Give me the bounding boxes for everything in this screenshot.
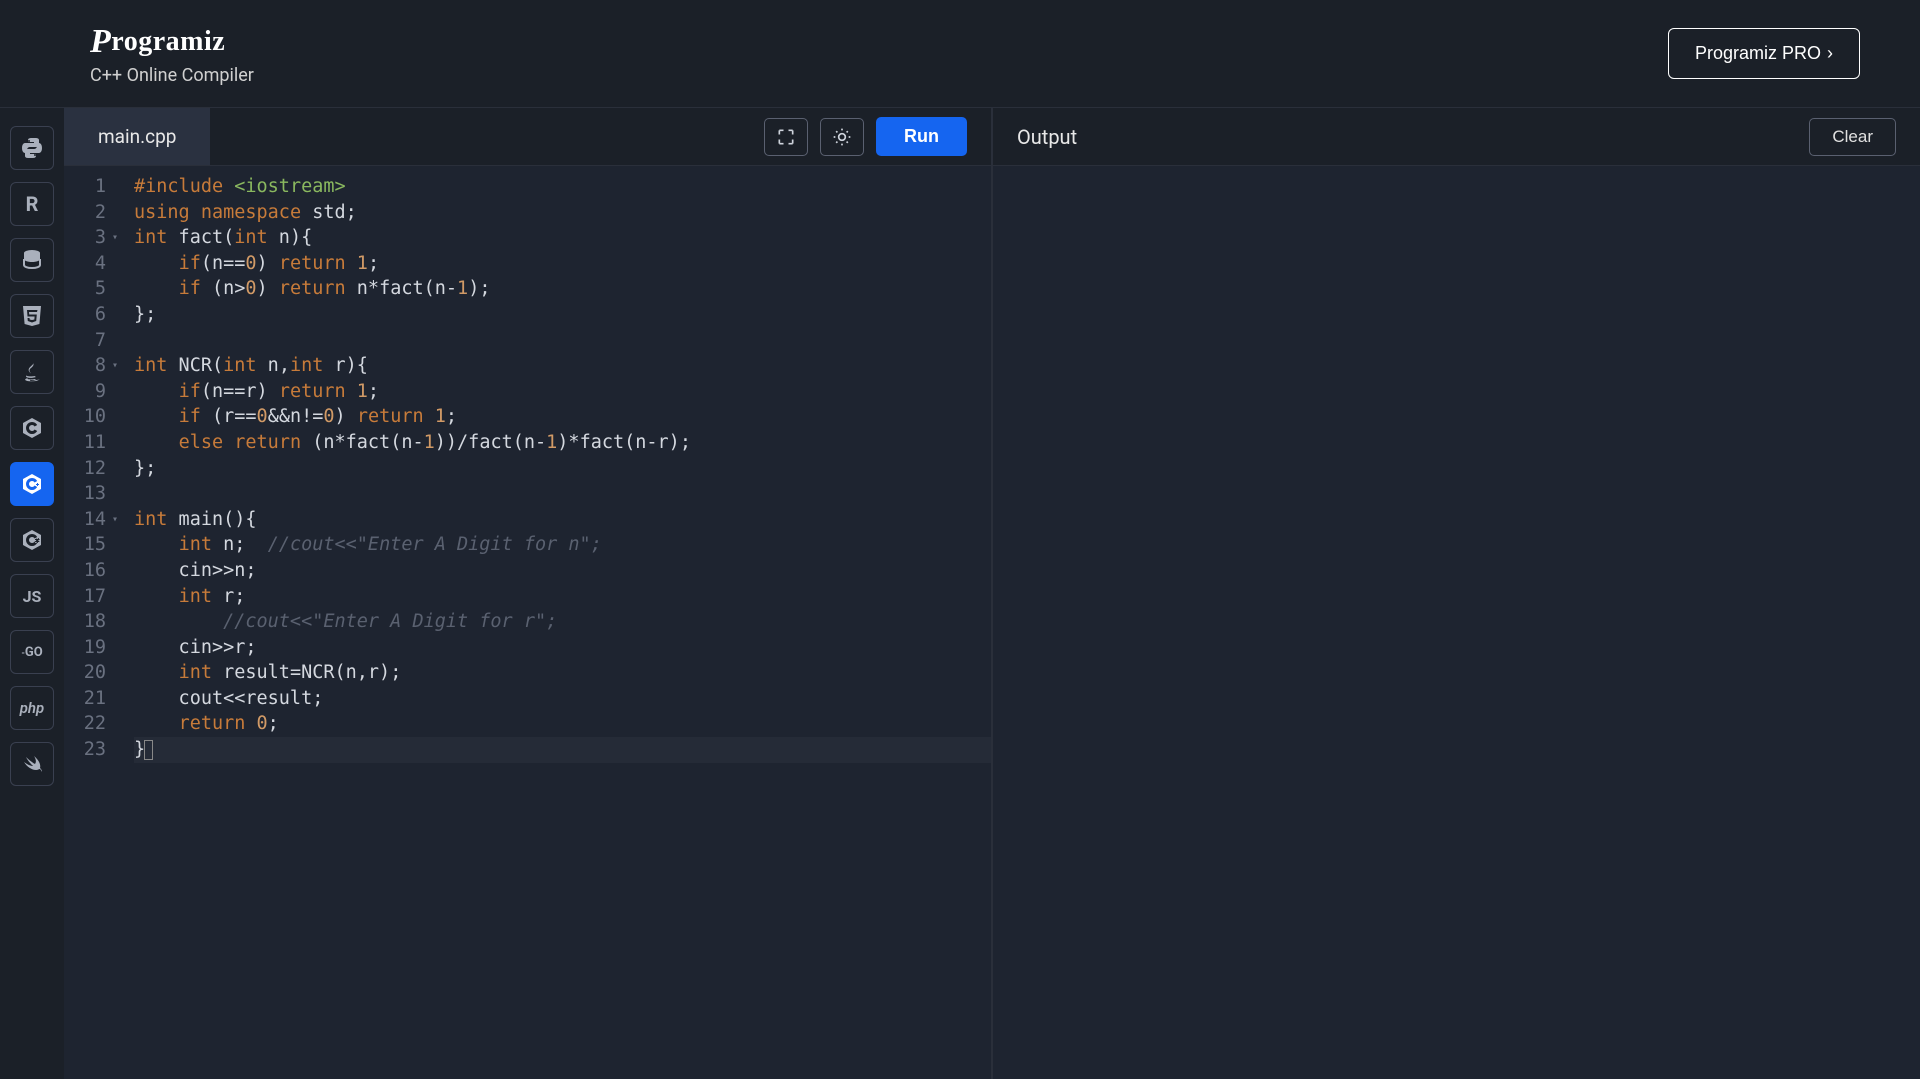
lang-r-button[interactable]: R bbox=[10, 182, 54, 226]
line-number: 11 bbox=[64, 430, 106, 456]
logo[interactable]: Programiz bbox=[90, 21, 254, 59]
line-number: 16 bbox=[64, 558, 106, 584]
output-body[interactable] bbox=[993, 166, 1920, 1079]
code-line[interactable]: int n; //cout<<"Enter A Digit for n"; bbox=[134, 532, 991, 558]
line-number: 12 bbox=[64, 456, 106, 482]
code-line[interactable]: int fact(int n){ bbox=[134, 225, 991, 251]
run-button-label: Run bbox=[904, 126, 939, 146]
editor-tab-bar: main.cpp Run bbox=[64, 108, 991, 166]
lang-go-button[interactable]: -GO bbox=[10, 630, 54, 674]
line-number: 15 bbox=[64, 532, 106, 558]
subtitle: C++ Online Compiler bbox=[90, 65, 254, 86]
code-line[interactable]: } bbox=[134, 737, 991, 763]
code-line[interactable]: //cout<<"Enter A Digit for r"; bbox=[134, 609, 991, 635]
line-number: 19 bbox=[64, 635, 106, 661]
programiz-pro-button[interactable]: Programiz PRO › bbox=[1668, 28, 1860, 79]
code-line[interactable] bbox=[134, 481, 991, 507]
fullscreen-icon bbox=[776, 127, 796, 147]
editor-pane: main.cpp Run 123456789101112131415161718… bbox=[64, 108, 993, 1079]
code-line[interactable]: int result=NCR(n,r); bbox=[134, 660, 991, 686]
lang-java-button[interactable] bbox=[10, 350, 54, 394]
file-tab[interactable]: main.cpp bbox=[64, 108, 211, 165]
code-line[interactable]: int NCR(int n,int r){ bbox=[134, 353, 991, 379]
main: R JS -GO php main.cpp Run bbox=[0, 108, 1920, 1079]
code-line[interactable]: return 0; bbox=[134, 711, 991, 737]
line-number: 14 bbox=[64, 507, 106, 533]
code-line[interactable]: int main(){ bbox=[134, 507, 991, 533]
line-number: 8 bbox=[64, 353, 106, 379]
lang-html-button[interactable] bbox=[10, 294, 54, 338]
code-line[interactable]: cout<<result; bbox=[134, 686, 991, 712]
content: main.cpp Run 123456789101112131415161718… bbox=[64, 108, 1920, 1079]
code-line[interactable]: #include <iostream> bbox=[134, 174, 991, 200]
lang-cpp-button[interactable] bbox=[10, 462, 54, 506]
run-button[interactable]: Run bbox=[876, 117, 967, 156]
lang-python-button[interactable] bbox=[10, 126, 54, 170]
lang-c-button[interactable] bbox=[10, 406, 54, 450]
lang-csharp-button[interactable] bbox=[10, 518, 54, 562]
line-number: 17 bbox=[64, 584, 106, 610]
header: Programiz C++ Online Compiler Programiz … bbox=[0, 0, 1920, 108]
code-line[interactable]: using namespace std; bbox=[134, 200, 991, 226]
fullscreen-button[interactable] bbox=[764, 118, 808, 156]
language-sidebar: R JS -GO php bbox=[0, 108, 64, 1079]
code-line[interactable]: cin>>n; bbox=[134, 558, 991, 584]
line-number: 4 bbox=[64, 251, 106, 277]
output-pane: Output Clear bbox=[993, 108, 1920, 1079]
code-line[interactable]: }; bbox=[134, 456, 991, 482]
code-editor[interactable]: 1234567891011121314151617181920212223 #i… bbox=[64, 166, 991, 1079]
code-line[interactable]: if (n>0) return n*fact(n-1); bbox=[134, 276, 991, 302]
line-number: 13 bbox=[64, 481, 106, 507]
line-number: 22 bbox=[64, 711, 106, 737]
logo-block: Programiz C++ Online Compiler bbox=[90, 21, 254, 86]
line-number: 9 bbox=[64, 379, 106, 405]
chevron-right-icon: › bbox=[1827, 43, 1833, 64]
line-number: 18 bbox=[64, 609, 106, 635]
line-number: 20 bbox=[64, 660, 106, 686]
output-header: Output Clear bbox=[993, 108, 1920, 166]
cursor bbox=[144, 740, 153, 760]
line-number: 7 bbox=[64, 328, 106, 354]
code-line[interactable]: }; bbox=[134, 302, 991, 328]
code-line[interactable]: if(n==r) return 1; bbox=[134, 379, 991, 405]
theme-toggle-button[interactable] bbox=[820, 118, 864, 156]
lang-js-button[interactable]: JS bbox=[10, 574, 54, 618]
code-line[interactable]: int r; bbox=[134, 584, 991, 610]
clear-button-label: Clear bbox=[1832, 127, 1873, 146]
output-title: Output bbox=[1017, 125, 1077, 149]
line-number: 23 bbox=[64, 737, 106, 763]
line-number: 21 bbox=[64, 686, 106, 712]
line-number: 3 bbox=[64, 225, 106, 251]
lang-sql-button[interactable] bbox=[10, 238, 54, 282]
code-line[interactable]: if (r==0&&n!=0) return 1; bbox=[134, 404, 991, 430]
line-number: 6 bbox=[64, 302, 106, 328]
code-line[interactable]: cin>>r; bbox=[134, 635, 991, 661]
code-content[interactable]: #include <iostream>using namespace std;i… bbox=[120, 174, 991, 1079]
code-line[interactable]: if(n==0) return 1; bbox=[134, 251, 991, 277]
line-number: 10 bbox=[64, 404, 106, 430]
editor-toolbar: Run bbox=[764, 117, 991, 156]
sun-icon bbox=[832, 127, 852, 147]
lang-php-button[interactable]: php bbox=[10, 686, 54, 730]
line-number: 2 bbox=[64, 200, 106, 226]
lang-swift-button[interactable] bbox=[10, 742, 54, 786]
pro-button-label: Programiz PRO bbox=[1695, 43, 1821, 64]
line-number: 1 bbox=[64, 174, 106, 200]
code-line[interactable]: else return (n*fact(n-1))/fact(n-1)*fact… bbox=[134, 430, 991, 456]
line-number: 5 bbox=[64, 276, 106, 302]
clear-button[interactable]: Clear bbox=[1809, 118, 1896, 156]
line-number-gutter: 1234567891011121314151617181920212223 bbox=[64, 174, 120, 1079]
code-line[interactable] bbox=[134, 328, 991, 354]
file-tab-label: main.cpp bbox=[98, 125, 176, 148]
